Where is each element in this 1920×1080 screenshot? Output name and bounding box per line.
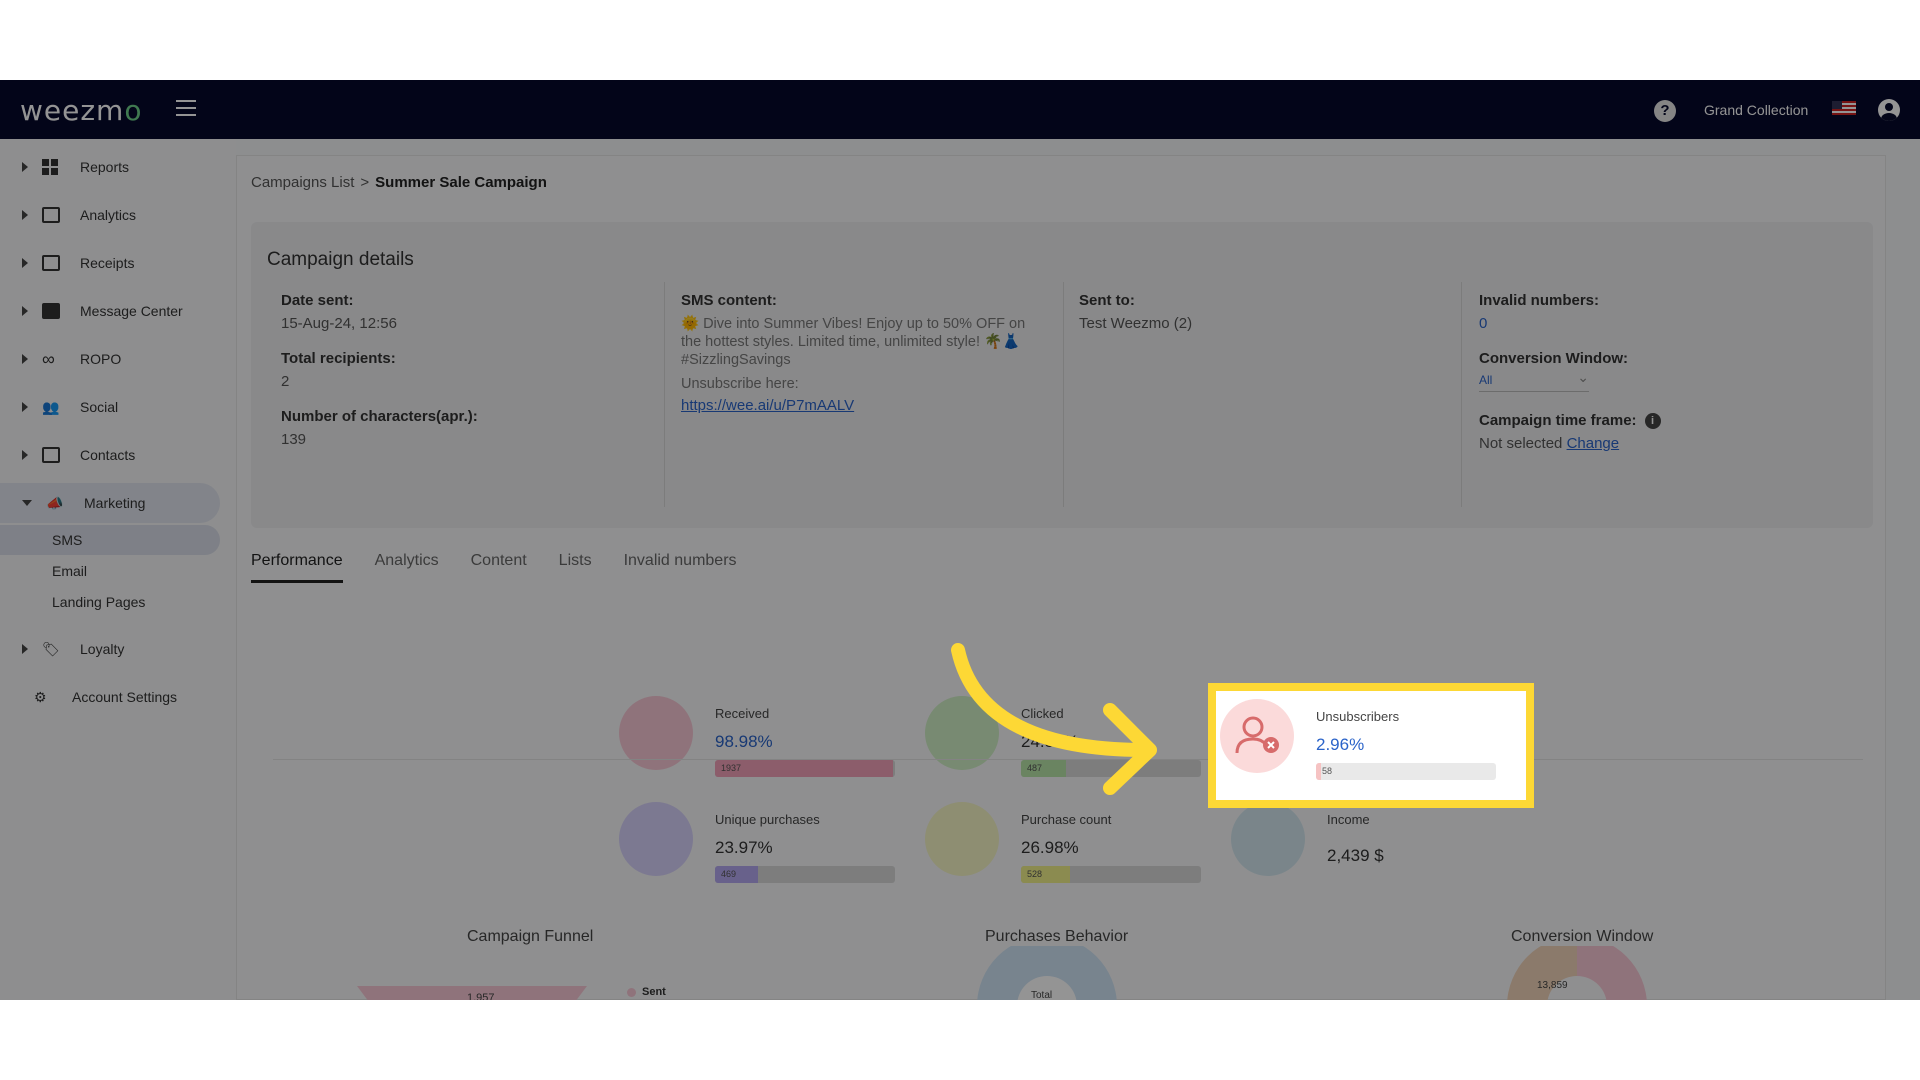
breadcrumb: Campaigns List > Summer Sale Campaign bbox=[251, 174, 547, 191]
tab-lists[interactable]: Lists bbox=[559, 552, 592, 583]
app-frame: weezmo ? Grand Collection Reports Analyt… bbox=[0, 80, 1920, 1000]
sidebar-subitem-sms[interactable]: SMS bbox=[0, 525, 220, 555]
funnel-value-sent: 1,957 bbox=[467, 992, 495, 1000]
details-column-sent-to: Sent to: Test Weezmo (2) bbox=[1079, 292, 1193, 332]
unsubscribe-link[interactable]: https://wee.ai/u/P7mAALV bbox=[681, 397, 1041, 414]
sidebar-item-marketing[interactable]: 📣 Marketing bbox=[0, 483, 220, 523]
tab-content[interactable]: Content bbox=[471, 552, 527, 583]
tab-performance[interactable]: Performance bbox=[251, 552, 343, 583]
message-icon bbox=[42, 303, 60, 319]
column-divider bbox=[664, 282, 665, 507]
conversion-window-title: Conversion Window bbox=[1511, 928, 1654, 945]
top-bar: weezmo ? Grand Collection bbox=[0, 80, 1920, 139]
donut-segment bbox=[1577, 946, 1647, 1000]
column-divider bbox=[1461, 282, 1462, 507]
breadcrumb-current: Summer Sale Campaign bbox=[375, 174, 547, 191]
main-content: Campaigns List > Summer Sale Campaign Camp… bbox=[236, 155, 1886, 1000]
sidebar-item-reports[interactable]: Reports bbox=[0, 147, 220, 187]
contacts-icon bbox=[42, 447, 60, 463]
people-icon: 👥 bbox=[42, 399, 60, 415]
sidebar-item-social[interactable]: 👥 Social bbox=[0, 387, 220, 427]
metric-unique-purchases: Unique purchases 23.97% 469 bbox=[619, 792, 899, 883]
cart-icon bbox=[925, 802, 999, 876]
weezmo-logo[interactable]: weezmo bbox=[20, 94, 142, 127]
pointer-arrow-icon bbox=[951, 643, 1157, 795]
megaphone-icon: 📣 bbox=[46, 495, 64, 511]
tabs: Performance Analytics Content Lists Inva… bbox=[251, 552, 737, 583]
sidebar-item-contacts[interactable]: Contacts bbox=[0, 435, 220, 475]
sms-content-text: 🌞 Dive into Summer Vibes! Enjoy up to 50… bbox=[681, 316, 1026, 368]
sidebar-item-analytics[interactable]: Analytics bbox=[0, 195, 220, 235]
donut-segment bbox=[1507, 946, 1577, 1000]
user-avatar-icon[interactable] bbox=[1878, 99, 1900, 121]
help-icon[interactable]: ? bbox=[1654, 100, 1676, 122]
tag-icon: 🏷 bbox=[42, 641, 60, 657]
user-remove-icon bbox=[1220, 699, 1294, 773]
us-flag-icon[interactable] bbox=[1832, 101, 1856, 115]
column-divider bbox=[1063, 282, 1064, 507]
metric-received: Received 98.98% 1937 bbox=[619, 686, 899, 777]
sidebar-subitem-landing-pages[interactable]: Landing Pages bbox=[0, 587, 220, 617]
unique-purchases-progress-bar: 469 bbox=[715, 866, 895, 883]
unsubscribers-progress-bar: 58 bbox=[1316, 763, 1496, 780]
campaign-funnel-title: Campaign Funnel bbox=[467, 928, 594, 945]
received-progress-bar: 1937 bbox=[715, 760, 895, 777]
receipt-icon bbox=[42, 255, 60, 271]
unsubscribers-highlight[interactable]: Unsubscribers 2.96% 58 bbox=[1208, 683, 1534, 808]
campaign-details-card: Campaign details Date sent: 15-Aug-24, 1… bbox=[251, 222, 1873, 528]
conversion-value-1: 13,859 bbox=[1537, 980, 1568, 991]
gear-icon: ⚙ bbox=[34, 689, 47, 705]
purchase-count-progress-bar: 528 bbox=[1021, 866, 1201, 883]
purchases-behavior-title: Purchases Behavior bbox=[985, 928, 1129, 945]
conversion-window-donut bbox=[1507, 946, 1647, 1000]
donut-center-label: Total bbox=[1031, 990, 1053, 1000]
hamburger-menu-icon[interactable] bbox=[176, 100, 196, 116]
cart-icon bbox=[619, 802, 693, 876]
details-column-4: Invalid numbers: 0 Conversion Window: Al… bbox=[1479, 292, 1859, 470]
chart-icon bbox=[42, 207, 60, 223]
tab-analytics[interactable]: Analytics bbox=[375, 552, 439, 583]
campaign-details-title: Campaign details bbox=[267, 249, 414, 270]
details-column-1: Date sent: 15-Aug-24, 12:56 Total recipi… bbox=[281, 292, 478, 448]
sidebar-item-account-settings[interactable]: ⚙ Account Settings bbox=[0, 677, 220, 717]
sidebar: Reports Analytics Receipts Message Cente… bbox=[0, 139, 236, 1000]
infinity-icon: ∞ bbox=[42, 349, 55, 369]
info-icon[interactable]: i bbox=[1644, 413, 1661, 430]
sidebar-item-ropo[interactable]: ∞ ROPO bbox=[0, 339, 220, 379]
details-column-sms: SMS content: 🌞 Dive into Summer Vibes! E… bbox=[681, 292, 1041, 414]
sidebar-subitem-email[interactable]: Email bbox=[0, 556, 220, 586]
account-name[interactable]: Grand Collection bbox=[1704, 102, 1808, 118]
money-bag-icon bbox=[1231, 802, 1305, 876]
sidebar-item-receipts[interactable]: Receipts bbox=[0, 243, 220, 283]
conversion-window-select[interactable]: All bbox=[1479, 369, 1589, 392]
funnel-legend: Sent bbox=[627, 986, 666, 998]
grid-icon bbox=[42, 159, 60, 175]
change-timeframe-link[interactable]: Change bbox=[1567, 435, 1620, 452]
sidebar-item-loyalty[interactable]: 🏷 Loyalty bbox=[0, 629, 220, 669]
metric-unsubscribers: Unsubscribers 2.96% 58 bbox=[1220, 689, 1500, 780]
breadcrumb-parent-link[interactable]: Campaigns List bbox=[251, 174, 354, 191]
sidebar-item-message-center[interactable]: Message Center bbox=[0, 291, 220, 331]
invalid-numbers-value[interactable]: 0 bbox=[1479, 315, 1859, 332]
tab-invalid-numbers[interactable]: Invalid numbers bbox=[624, 552, 737, 583]
